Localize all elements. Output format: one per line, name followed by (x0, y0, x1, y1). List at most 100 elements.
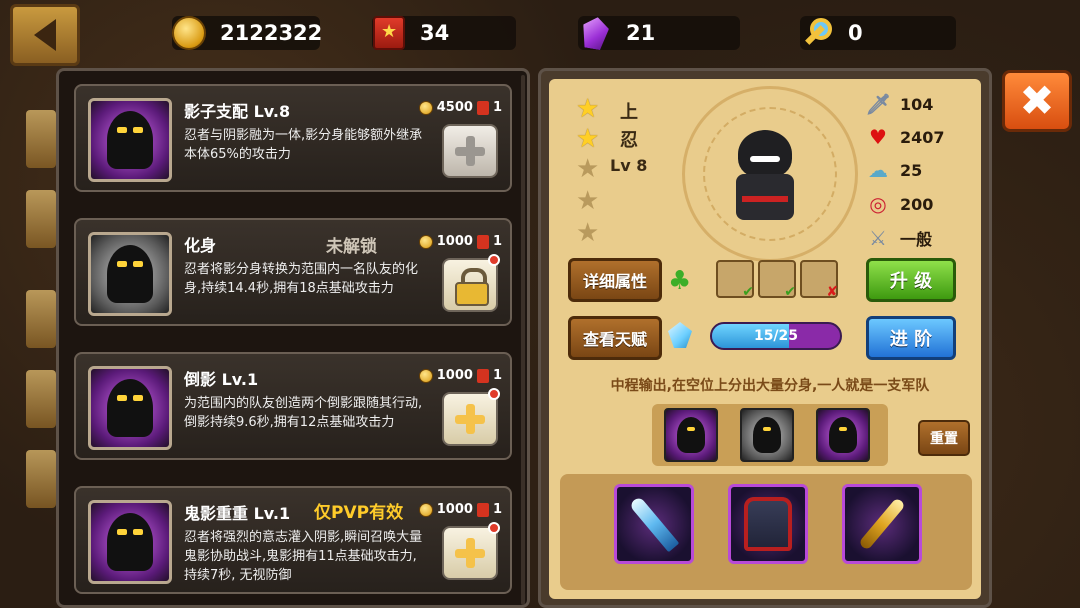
gem-value: 21 (626, 21, 656, 45)
clover-icon: ♣ (668, 266, 692, 296)
upgrade-button[interactable]: 升 级 (866, 258, 956, 302)
rank-label: 上 (620, 102, 638, 123)
star-icon: ★ (576, 154, 600, 184)
class-label: 忍 (620, 130, 638, 151)
equipped-skill-shadow-control-icon[interactable] (664, 408, 718, 462)
check-icon: ✔ (784, 284, 796, 300)
ice-blade-icon (628, 495, 680, 553)
book-icon (476, 234, 489, 249)
gold-value: 2122322 (220, 21, 323, 45)
stat-range: ◎ 200 (866, 192, 933, 216)
hp-value: 2407 (900, 127, 945, 147)
skill-cost-gold: 4500 (436, 100, 473, 115)
hero-level: Lv 8 (610, 156, 648, 175)
skill-description: 忍者将强烈的意志灌入阴影,瞬间召唤大量鬼影协助战斗,鬼影拥有11点基础攻击力,持… (184, 530, 423, 583)
plus-icon (455, 404, 485, 434)
book-counter: 34 (372, 16, 516, 50)
gem-counter: 21 (578, 16, 740, 50)
attack-value: 104 (900, 94, 934, 114)
progress-text: 15/25 (753, 328, 799, 344)
upgrade-skill-button[interactable] (442, 522, 500, 580)
skill-cost: 1000 1 (418, 234, 502, 249)
talent-button[interactable]: 查看天赋 (568, 316, 662, 360)
accessory-slot[interactable] (842, 484, 922, 564)
skill-name: 化身 (184, 236, 217, 255)
skill-name: 影子支配 Lv.8 (184, 102, 291, 121)
skill-cost-gold: 1000 (436, 502, 473, 517)
sword-icon: 🗡 (865, 92, 891, 116)
type-value: 一般 (900, 230, 933, 249)
skill-name: 鬼影重重 Lv.1 (184, 504, 291, 523)
ninja-hero-portrait (722, 130, 808, 230)
skill-cost-gold: 1000 (436, 234, 473, 249)
hero-description: 中程输出,在空位上分出大量分身,一人就是一支军队 (610, 378, 930, 394)
gold-counter: 2122322 (172, 16, 323, 50)
cross-icon: ✘ (826, 284, 838, 300)
side-tab-4[interactable] (26, 370, 56, 428)
star-icon: ★ (576, 218, 600, 248)
target-icon: ◎ (869, 192, 887, 216)
skill-book-icon (368, 12, 410, 54)
speed-value: 25 (900, 160, 923, 180)
upgrade-skill-button[interactable] (442, 388, 500, 446)
skill-card[interactable]: 影子支配 Lv.8 4500 1 忍者与阴影融为一体,影分身能够额外继承本体65… (74, 84, 512, 192)
material-slot[interactable]: ✔ (758, 260, 796, 300)
plus-icon (455, 136, 485, 166)
star-icon: ★ (576, 124, 600, 154)
coin-icon (418, 502, 433, 517)
key-icon (796, 12, 838, 54)
side-tab-3[interactable] (26, 290, 56, 348)
armor-icon (744, 497, 792, 551)
weapon-slot[interactable] (614, 484, 694, 564)
skill-cost: 4500 1 (418, 100, 502, 115)
gold-coin-icon (168, 12, 210, 54)
heart-icon: ♥ (869, 125, 887, 149)
coin-icon (418, 368, 433, 383)
unlock-skill-button[interactable] (442, 254, 500, 312)
locked-label: 未解锁 (326, 237, 377, 257)
coin-icon (418, 234, 433, 249)
check-icon: ✔ (742, 284, 754, 300)
avatar-skill-icon (88, 232, 172, 316)
notification-dot (488, 254, 500, 266)
notification-dot (488, 388, 500, 400)
scrollbar[interactable] (521, 75, 525, 605)
star-icon: ★ (576, 94, 600, 124)
stat-type: ⚔ 一般 (866, 226, 932, 250)
armor-slot[interactable] (728, 484, 808, 564)
upgrade-skill-button[interactable] (442, 124, 498, 178)
reset-button[interactable]: 重置 (918, 420, 970, 456)
key-counter: 0 (800, 16, 956, 50)
book-value: 34 (420, 21, 450, 45)
skill-card[interactable]: 化身 未解锁 1000 1 忍者将影分身转换为范围内一名队友的化身,持续14.4… (74, 218, 512, 326)
advance-button[interactable]: 进 阶 (866, 316, 956, 360)
side-tab-2[interactable] (26, 190, 56, 248)
close-button[interactable]: ✖ (1002, 70, 1072, 132)
plus-icon (455, 538, 485, 568)
range-value: 200 (900, 194, 934, 214)
skill-description: 为范围内的队友创造两个倒影跟随其行动,倒影持续9.6秒,拥有12点基础攻击力 (184, 396, 423, 430)
back-arrow-icon (34, 19, 56, 51)
equipped-skill-reflection-icon[interactable] (816, 408, 870, 462)
material-slot[interactable]: ✔ (716, 260, 754, 300)
details-button[interactable]: 详细属性 (568, 258, 662, 302)
coin-icon (418, 100, 433, 115)
skill-cost-book: 1 (492, 368, 502, 383)
book-icon (476, 368, 489, 383)
key-value: 0 (848, 21, 863, 45)
book-icon (476, 502, 489, 517)
skill-card[interactable]: 倒影 Lv.1 1000 1 为范围内的队友创造两个倒影跟随其行动,倒影持续9.… (74, 352, 512, 460)
reflection-skill-icon (88, 366, 172, 450)
skill-description: 忍者将影分身转换为范围内一名队友的化身,持续14.4秒,拥有18点基础攻击力 (184, 262, 419, 296)
skill-card[interactable]: 鬼影重重 Lv.1 仅PVP有效 1000 1 忍者将强烈的意志灌入阴影,瞬间召… (74, 486, 512, 594)
side-tab-5[interactable] (26, 450, 56, 508)
shadow-control-skill-icon (88, 98, 172, 182)
stat-hp: ♥ 2407 (866, 125, 945, 149)
material-slot[interactable]: ✘ (800, 260, 838, 300)
back-button[interactable] (10, 4, 80, 66)
pvp-only-label: 仅PVP有效 (314, 503, 404, 523)
side-tab-1[interactable] (26, 110, 56, 168)
skill-cost-book: 1 (492, 234, 502, 249)
equipped-skill-avatar-icon[interactable] (740, 408, 794, 462)
lock-icon (455, 268, 489, 306)
